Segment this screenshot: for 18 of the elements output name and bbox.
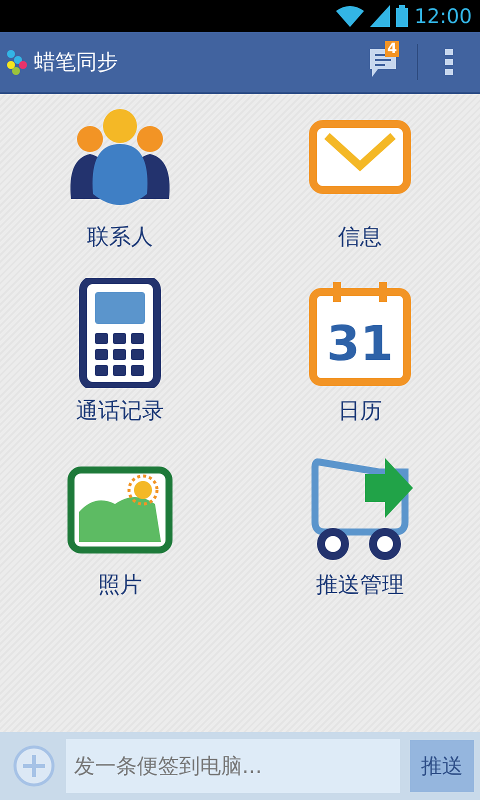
- note-input-field[interactable]: 发一条便签到电脑...: [66, 739, 400, 793]
- tile-label[interactable]: 日历: [338, 396, 382, 426]
- logo-icon: [6, 49, 28, 75]
- tile-label[interactable]: 通话记录: [76, 396, 164, 426]
- more-icon: [445, 49, 453, 75]
- tile-label[interactable]: 信息: [338, 222, 382, 252]
- calendar-day: 31: [326, 316, 394, 372]
- clock: 12:00: [414, 4, 472, 28]
- tile-label[interactable]: 照片: [98, 570, 142, 600]
- calendar-icon: [309, 282, 411, 386]
- tile-label[interactable]: 联系人: [87, 222, 153, 252]
- push-button[interactable]: 推送: [410, 740, 474, 792]
- tile-label[interactable]: 推送管理: [316, 570, 404, 600]
- wifi-icon: [336, 5, 364, 27]
- battery-icon: [396, 5, 408, 27]
- app-title: 蜡笔同步: [34, 49, 119, 76]
- signal-icon: [370, 5, 390, 27]
- count-badge: 4: [385, 41, 399, 57]
